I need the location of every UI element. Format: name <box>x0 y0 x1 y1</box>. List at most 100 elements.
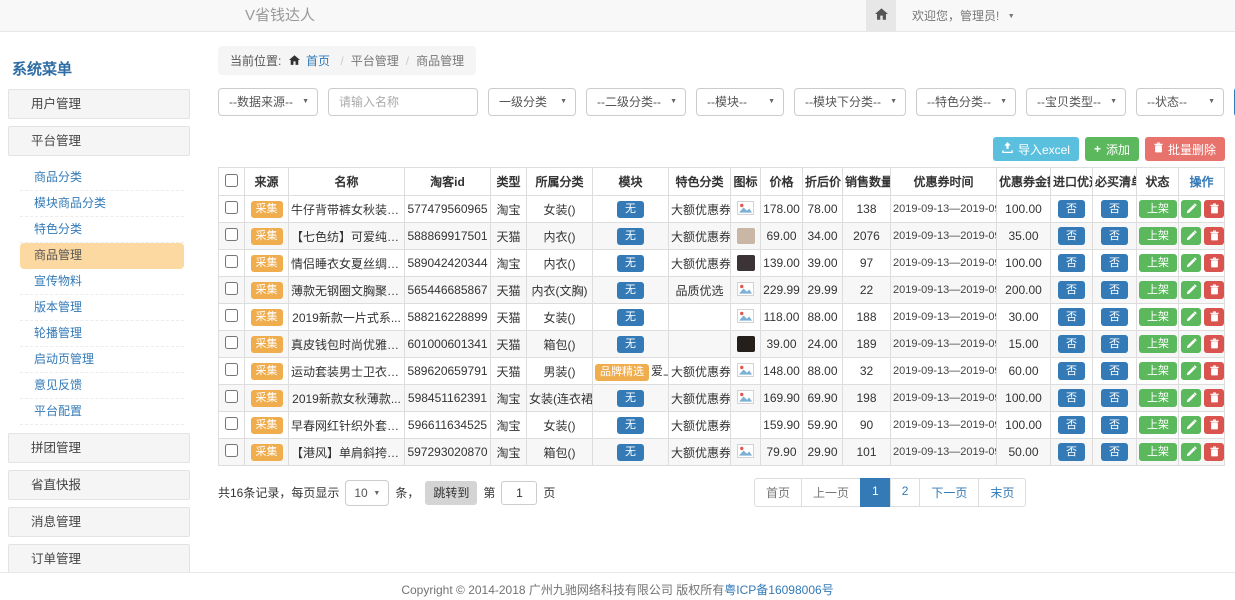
row-checkbox[interactable] <box>225 309 238 322</box>
sidebar-group-5[interactable]: 订单管理 <box>8 544 190 574</box>
must-buy-toggle[interactable]: 否 <box>1101 281 1128 299</box>
name-search-input[interactable] <box>328 88 478 116</box>
import-pick-toggle[interactable]: 否 <box>1058 308 1085 326</box>
edit-button[interactable] <box>1181 335 1201 353</box>
delete-button[interactable] <box>1204 227 1224 245</box>
must-buy-toggle[interactable]: 否 <box>1101 362 1128 380</box>
status-toggle[interactable]: 上架 <box>1139 281 1177 299</box>
filter-select[interactable]: --模块--▼ <box>696 88 784 116</box>
delete-button[interactable] <box>1204 281 1224 299</box>
sidebar-item[interactable]: 启动页管理 <box>20 347 184 373</box>
page-button[interactable]: 1 <box>860 478 891 507</box>
sidebar-item[interactable]: 意见反馈 <box>20 373 184 399</box>
row-checkbox[interactable] <box>225 336 238 349</box>
sidebar-group-2[interactable]: 拼团管理 <box>8 433 190 463</box>
filter-select[interactable]: --特色分类--▼ <box>916 88 1016 116</box>
sidebar-group-3[interactable]: 省直快报 <box>8 470 190 500</box>
must-buy-toggle[interactable]: 否 <box>1101 416 1128 434</box>
must-buy-toggle[interactable]: 否 <box>1101 254 1128 272</box>
sidebar-item[interactable]: 商品分类 <box>20 165 184 191</box>
row-checkbox[interactable] <box>225 444 238 457</box>
import-pick-toggle[interactable]: 否 <box>1058 335 1085 353</box>
sidebar-item[interactable]: 特色分类 <box>20 217 184 243</box>
delete-button[interactable] <box>1204 308 1224 326</box>
sidebar-item[interactable]: 模块商品分类 <box>20 191 184 217</box>
delete-button[interactable] <box>1204 335 1224 353</box>
import-pick-toggle[interactable]: 否 <box>1058 389 1085 407</box>
must-buy-toggle[interactable]: 否 <box>1101 227 1128 245</box>
icp-link[interactable]: 粤ICP备16098006号 <box>724 583 833 597</box>
import-pick-toggle[interactable]: 否 <box>1058 362 1085 380</box>
must-buy-toggle[interactable]: 否 <box>1101 443 1128 461</box>
select-all-checkbox[interactable] <box>225 174 238 187</box>
edit-button[interactable] <box>1181 227 1201 245</box>
breadcrumb-home-link[interactable]: 首页 <box>306 54 330 68</box>
import-pick-toggle[interactable]: 否 <box>1058 416 1085 434</box>
must-buy-toggle[interactable]: 否 <box>1101 200 1128 218</box>
filter-select[interactable]: --宝贝类型--▼ <box>1026 88 1126 116</box>
home-button[interactable] <box>866 0 896 31</box>
row-checkbox[interactable] <box>225 282 238 295</box>
status-toggle[interactable]: 上架 <box>1139 254 1177 272</box>
edit-button[interactable] <box>1181 443 1201 461</box>
edit-button[interactable] <box>1181 389 1201 407</box>
filter-select[interactable]: 一级分类▼ <box>488 88 576 116</box>
import-pick-toggle[interactable]: 否 <box>1058 200 1085 218</box>
user-menu[interactable]: 欢迎您，管理员! ▼ <box>912 7 1015 24</box>
import-pick-toggle[interactable]: 否 <box>1058 254 1085 272</box>
import-pick-toggle[interactable]: 否 <box>1058 443 1085 461</box>
page-button[interactable]: 上一页 <box>801 478 861 507</box>
row-checkbox[interactable] <box>225 201 238 214</box>
jump-page-input[interactable] <box>501 481 537 505</box>
status-toggle[interactable]: 上架 <box>1139 443 1177 461</box>
edit-button[interactable] <box>1181 200 1201 218</box>
delete-button[interactable] <box>1204 362 1224 380</box>
import-excel-button[interactable]: 导入excel <box>993 137 1079 161</box>
delete-button[interactable] <box>1204 200 1224 218</box>
delete-button[interactable] <box>1204 389 1224 407</box>
import-pick-toggle[interactable]: 否 <box>1058 281 1085 299</box>
page-size-select[interactable]: 10 ▼ <box>345 480 389 506</box>
sidebar-group-4[interactable]: 消息管理 <box>8 507 190 537</box>
delete-button[interactable] <box>1204 416 1224 434</box>
status-toggle[interactable]: 上架 <box>1139 227 1177 245</box>
page-button[interactable]: 末页 <box>978 478 1026 507</box>
row-checkbox[interactable] <box>225 417 238 430</box>
sidebar-group-0[interactable]: 用户管理 <box>8 89 190 119</box>
import-pick-toggle[interactable]: 否 <box>1058 227 1085 245</box>
jump-button[interactable]: 跳转到 <box>425 481 477 505</box>
page-button[interactable]: 下一页 <box>919 478 979 507</box>
sidebar-item[interactable]: 平台配置 <box>20 399 184 425</box>
row-checkbox[interactable] <box>225 255 238 268</box>
filter-select[interactable]: --模块下分类--▼ <box>794 88 906 116</box>
row-checkbox[interactable] <box>225 228 238 241</box>
must-buy-toggle[interactable]: 否 <box>1101 389 1128 407</box>
page-button[interactable]: 2 <box>890 478 921 507</box>
edit-button[interactable] <box>1181 281 1201 299</box>
status-toggle[interactable]: 上架 <box>1139 362 1177 380</box>
status-toggle[interactable]: 上架 <box>1139 416 1177 434</box>
must-buy-toggle[interactable]: 否 <box>1101 308 1128 326</box>
add-button[interactable]: + 添加 <box>1085 137 1139 161</box>
sidebar-item[interactable]: 商品管理 <box>20 243 184 269</box>
sidebar-item[interactable]: 宣传物料 <box>20 269 184 295</box>
batch-delete-button[interactable]: 批量删除 <box>1145 137 1225 161</box>
status-toggle[interactable]: 上架 <box>1139 335 1177 353</box>
edit-button[interactable] <box>1181 308 1201 326</box>
sidebar-item[interactable]: 轮播管理 <box>20 321 184 347</box>
filter-select[interactable]: --数据来源--▼ <box>218 88 318 116</box>
page-button[interactable]: 首页 <box>754 478 802 507</box>
delete-button[interactable] <box>1204 443 1224 461</box>
delete-button[interactable] <box>1204 254 1224 272</box>
edit-button[interactable] <box>1181 362 1201 380</box>
sidebar-item[interactable]: 版本管理 <box>20 295 184 321</box>
filter-select[interactable]: --状态--▼ <box>1136 88 1224 116</box>
must-buy-toggle[interactable]: 否 <box>1101 335 1128 353</box>
status-toggle[interactable]: 上架 <box>1139 389 1177 407</box>
edit-button[interactable] <box>1181 416 1201 434</box>
filter-select[interactable]: --二级分类--▼ <box>586 88 686 116</box>
status-toggle[interactable]: 上架 <box>1139 308 1177 326</box>
edit-button[interactable] <box>1181 254 1201 272</box>
status-toggle[interactable]: 上架 <box>1139 200 1177 218</box>
row-checkbox[interactable] <box>225 363 238 376</box>
